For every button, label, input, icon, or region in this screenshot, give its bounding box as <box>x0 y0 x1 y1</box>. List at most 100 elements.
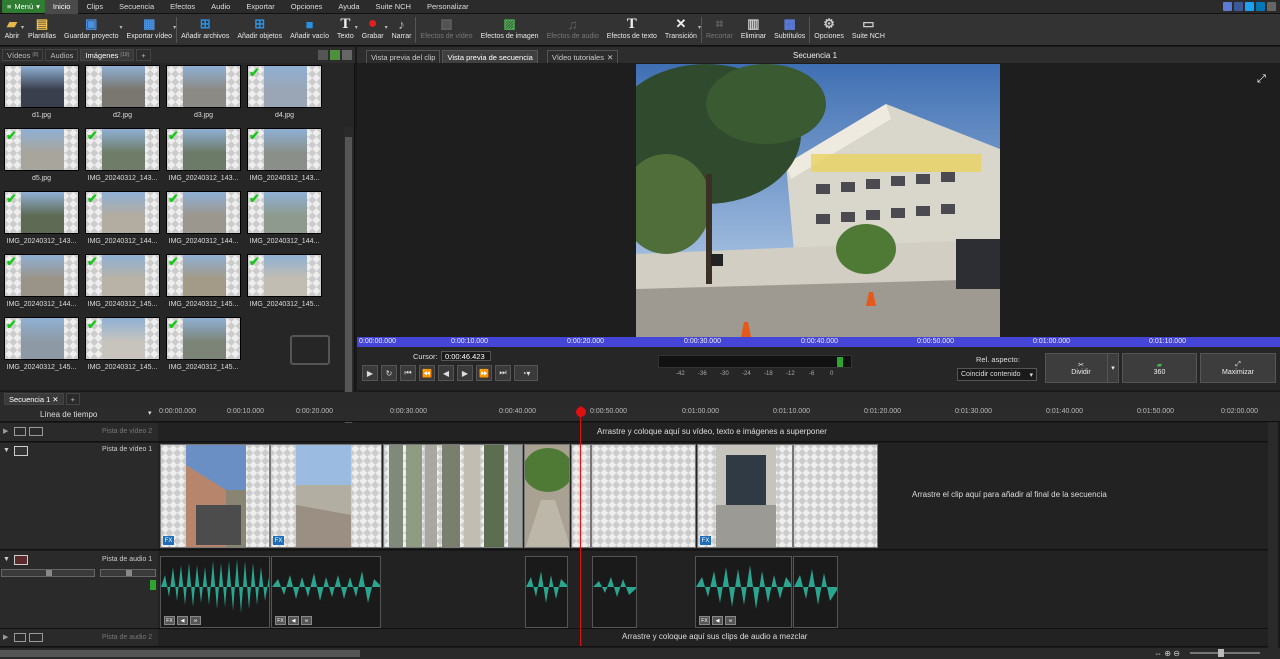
pan-slider[interactable] <box>100 569 156 577</box>
templates-button[interactable]: ▤ Plantillas <box>24 14 60 45</box>
audio-clip[interactable]: FX ◀ ∞ <box>271 556 381 628</box>
add-blank-button[interactable]: ■ Añadir vacío <box>286 14 333 45</box>
video-clip[interactable] <box>571 444 591 548</box>
image-effects-button[interactable]: ▨ Efectos de imagen <box>477 14 543 45</box>
expand-icon[interactable]: ▶ <box>3 427 8 435</box>
aspect-select[interactable]: Coincidir contenido ▾ <box>957 368 1037 381</box>
volume-icon[interactable]: ◀ <box>288 616 299 625</box>
media-item[interactable]: ✔ IMG_20240312_145... <box>163 317 244 380</box>
tab-secuencia[interactable]: Secuencia <box>111 0 162 14</box>
speed-button[interactable]: ◔▾ <box>514 365 538 381</box>
media-thumbnail[interactable]: ✔ <box>4 128 79 171</box>
media-item[interactable]: d1.jpg <box>1 65 82 128</box>
next-clip-button[interactable]: ⏩ <box>476 365 492 381</box>
video-clip[interactable] <box>524 444 570 548</box>
media-thumbnail[interactable]: ✔ <box>166 191 241 234</box>
tab-clip-preview[interactable]: Vista previa del clip <box>366 50 441 63</box>
media-item[interactable]: ✔ IMG_20240312_145... <box>82 254 163 317</box>
slider-thumb[interactable] <box>1218 649 1224 657</box>
transition-button[interactable]: ✕ Transición <box>661 14 701 45</box>
media-thumbnail[interactable]: ✔ <box>166 317 241 360</box>
track-audio-2[interactable]: Arrastre y coloque aquí sus clips de aud… <box>158 629 1268 647</box>
media-thumbnail[interactable]: ✔ <box>4 191 79 234</box>
tab-ayuda[interactable]: Ayuda <box>330 0 367 14</box>
main-menu-button[interactable]: ≡ Menú ▾ <box>2 0 45 13</box>
tab-opciones[interactable]: Opciones <box>283 0 331 14</box>
tab-video-tutorials[interactable]: Vídeo tutoriales ✕ <box>546 50 619 63</box>
media-thumbnail[interactable] <box>85 65 160 108</box>
track-settings-icon[interactable] <box>29 633 43 642</box>
tab-sequence-preview[interactable]: Vista previa de secuencia <box>442 50 538 63</box>
nch-suite-button[interactable]: ▭ Suite NCH <box>848 14 889 45</box>
media-thumbnail[interactable]: ✔ <box>85 191 160 234</box>
media-thumbnail[interactable]: ✔ <box>247 65 322 108</box>
tab-inicio[interactable]: Inicio <box>44 0 79 14</box>
like-icon[interactable] <box>1223 2 1232 11</box>
play-button[interactable]: ▶ <box>362 365 378 381</box>
next-frame-button[interactable]: ▶ <box>457 365 473 381</box>
tab-personalizar[interactable]: Personalizar <box>419 0 477 14</box>
media-scrollbar[interactable] <box>344 127 353 433</box>
playhead-handle[interactable] <box>576 407 586 417</box>
media-thumbnail[interactable]: ✔ <box>4 317 79 360</box>
media-item[interactable]: ✔ IMG_20240312_145... <box>244 254 325 317</box>
fx-icon[interactable]: FX <box>164 616 175 625</box>
fx-badge[interactable]: FX <box>700 536 711 545</box>
volume-icon[interactable]: ◀ <box>177 616 188 625</box>
cursor-time-field[interactable]: 0:00:46.423 <box>441 351 491 361</box>
video-clip[interactable]: FX <box>270 444 382 548</box>
media-thumbnail[interactable]: ✔ <box>85 317 160 360</box>
text-effects-button[interactable]: T Efectos de texto <box>603 14 661 45</box>
zoom-slider[interactable] <box>1190 649 1260 657</box>
tab-efectos[interactable]: Efectos <box>162 0 203 14</box>
trash-icon[interactable] <box>318 50 328 60</box>
timeline-ruler[interactable]: Línea de tiempo ▾ 0:00:00.000 0:00:10.00… <box>0 406 1280 422</box>
timeline-vertical-scrollbar[interactable] <box>1268 422 1278 648</box>
media-item[interactable]: ✔ IMG_20240312_144... <box>163 191 244 254</box>
media-thumbnail[interactable]: ✔ <box>247 254 322 297</box>
video-clip-group[interactable] <box>383 444 523 548</box>
volume-slider[interactable] <box>1 569 95 577</box>
narrate-button[interactable]: ♪ Narrar <box>388 14 416 45</box>
media-thumbnail[interactable]: ✔ <box>166 128 241 171</box>
scrollbar-thumb[interactable] <box>345 137 352 427</box>
video-clip[interactable]: FX <box>697 444 793 548</box>
tab-suite-nch[interactable]: Suite NCH <box>368 0 419 14</box>
save-project-button[interactable]: ▣ Guardar proyecto <box>60 14 122 45</box>
btn-360[interactable]: ▰ 360 <box>1122 353 1197 383</box>
media-item[interactable]: ✔ IMG_20240312_143... <box>1 191 82 254</box>
facebook-icon[interactable] <box>1234 2 1243 11</box>
fx-badge[interactable]: FX <box>163 536 174 545</box>
speaker-icon[interactable] <box>14 555 28 565</box>
eye-icon[interactable] <box>14 427 26 436</box>
export-video-button[interactable]: ▦ Exportar vídeo <box>123 14 177 45</box>
chevron-down-icon[interactable]: ▾ <box>148 409 152 417</box>
close-icon[interactable]: ✕ <box>52 395 58 404</box>
video-clip-group[interactable] <box>591 444 696 548</box>
media-thumbnail[interactable] <box>4 65 79 108</box>
prev-clip-button[interactable]: ⏪ <box>419 365 435 381</box>
tab-images[interactable]: Imágenes (19) <box>80 49 135 61</box>
help-icon[interactable] <box>1267 2 1276 11</box>
tab-videos[interactable]: Vídeos (8) <box>2 49 44 61</box>
maximize-button[interactable]: ⤢ Maximizar <box>1200 353 1276 383</box>
media-item[interactable]: ✔ IMG_20240312_144... <box>244 191 325 254</box>
expand-icon[interactable]: ▶ <box>3 633 8 641</box>
link-icon[interactable]: ∞ <box>190 616 201 625</box>
prev-frame-button[interactable]: ◀ <box>438 365 454 381</box>
loop-button[interactable]: ↻ <box>381 365 397 381</box>
add-files-button[interactable]: ⊞ Añadir archivos <box>177 14 233 45</box>
close-icon[interactable]: ✕ <box>607 53 613 62</box>
fx-icon[interactable]: FX <box>275 616 286 625</box>
fx-icon[interactable]: FX <box>699 616 710 625</box>
audio-clip[interactable] <box>525 556 568 628</box>
audio-clip[interactable]: FX ◀ ∞ <box>695 556 792 628</box>
fx-badge[interactable]: FX <box>273 536 284 545</box>
timeline-horizontal-scrollbar[interactable]: ⇔ ⊕ ⊖ <box>0 648 1280 659</box>
add-objects-button[interactable]: ⊞ Añadir objetos <box>233 14 286 45</box>
subtitles-button[interactable]: ▩ Subtítulos <box>770 14 809 45</box>
media-thumbnail[interactable]: ✔ <box>4 254 79 297</box>
track-video-2[interactable]: Arrastre y coloque aquí su vídeo, texto … <box>158 423 1268 442</box>
media-item[interactable]: ✔ IMG_20240312_145... <box>163 254 244 317</box>
tab-exportar[interactable]: Exportar <box>238 0 282 14</box>
